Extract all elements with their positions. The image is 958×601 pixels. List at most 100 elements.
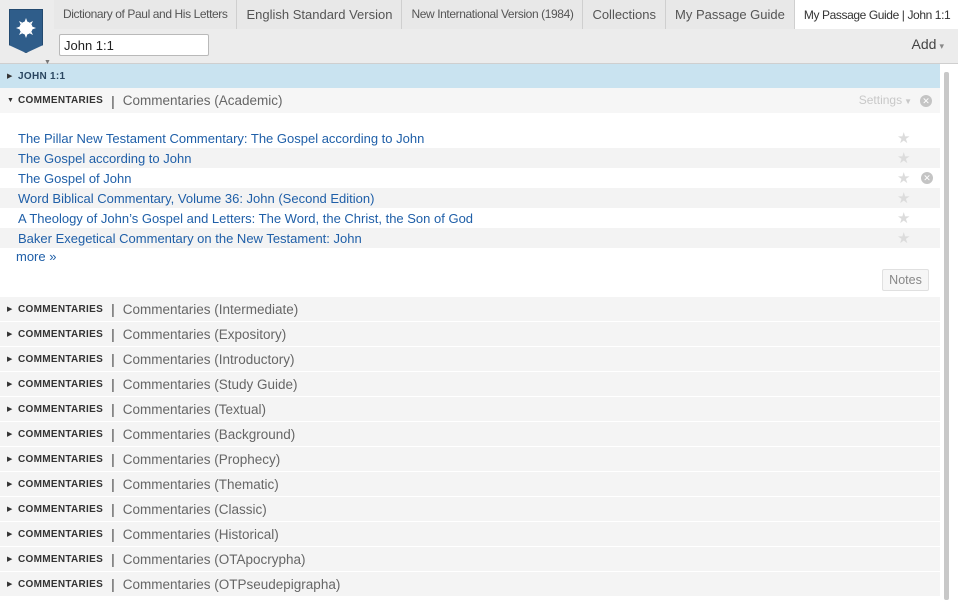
triangle-right-icon[interactable]: ▶ <box>7 330 18 338</box>
list-item: A Theology of John’s Gospel and Letters:… <box>0 208 940 228</box>
triangle-right-icon[interactable]: ▶ <box>7 405 18 413</box>
vertical-scrollbar[interactable] <box>944 72 949 600</box>
triangle-right-icon[interactable]: ▶ <box>7 380 18 388</box>
list-item: The Gospel according to John ★ <box>0 148 940 168</box>
section-title: Commentaries (Intermediate) <box>122 301 299 317</box>
tab-label: My Passage Guide <box>675 7 785 22</box>
notes-button[interactable]: Notes <box>882 269 929 291</box>
section-title: Commentaries (Textual) <box>122 401 267 417</box>
section-commentaries-thematic[interactable]: ▶ COMMENTARIES | Commentaries (Thematic) <box>0 472 940 497</box>
star-icon[interactable]: ★ <box>897 129 910 147</box>
resource-link[interactable]: The Pillar New Testament Commentary: The… <box>18 131 424 146</box>
divider: | <box>111 376 115 392</box>
more-link[interactable]: more » <box>0 248 940 265</box>
section-kind: COMMENTARIES <box>18 503 104 515</box>
triangle-right-icon[interactable]: ▶ <box>7 72 18 80</box>
section-kind: COMMENTARIES <box>18 528 104 540</box>
star-icon[interactable]: ★ <box>897 189 910 207</box>
section-kind: COMMENTARIES <box>18 453 104 465</box>
add-button[interactable]: Add ▾ <box>912 36 944 52</box>
section-kind: COMMENTARIES <box>18 328 104 340</box>
star-icon[interactable]: ★ <box>897 209 910 227</box>
section-commentaries-academic[interactable]: ▼ COMMENTARIES | Commentaries (Academic)… <box>0 88 940 113</box>
section-title: Commentaries (Study Guide) <box>122 376 298 392</box>
divider: | <box>111 326 115 342</box>
triangle-right-icon[interactable]: ▶ <box>7 505 18 513</box>
section-commentaries-study-guide[interactable]: ▶ COMMENTARIES | Commentaries (Study Guide) <box>0 372 940 397</box>
section-commentaries-classic[interactable]: ▶ COMMENTARIES | Commentaries (Classic) <box>0 497 940 522</box>
star-icon[interactable]: ★ <box>897 169 910 187</box>
resource-link[interactable]: A Theology of John’s Gospel and Letters:… <box>18 211 473 226</box>
triangle-right-icon[interactable]: ▶ <box>7 305 18 313</box>
tab-bar: Dictionary of Paul and His Letters Engli… <box>54 0 958 29</box>
triangle-right-icon[interactable]: ▶ <box>7 580 18 588</box>
resource-link[interactable]: Baker Exegetical Commentary on the New T… <box>18 231 362 246</box>
section-kind: COMMENTARIES <box>18 553 104 565</box>
divider: | <box>111 526 115 542</box>
tab-label: English Standard Version <box>246 7 393 22</box>
divider: | <box>111 92 115 109</box>
section-title: Commentaries (OTApocrypha) <box>122 551 306 567</box>
app-menu-button[interactable]: ▼ <box>6 6 51 66</box>
section-commentaries-textual[interactable]: ▶ COMMENTARIES | Commentaries (Textual) <box>0 397 940 422</box>
section-commentaries-introductory[interactable]: ▶ COMMENTARIES | Commentaries (Introductory… <box>0 347 940 372</box>
section-title: Commentaries (OTPseudepigrapha) <box>122 576 341 592</box>
triangle-right-icon[interactable]: ▶ <box>7 355 18 363</box>
tab-dictionary-paul[interactable]: Dictionary of Paul and His Letters <box>54 0 238 29</box>
collapsed-sections: ▶ COMMENTARIES | Commentaries (Intermediate… <box>0 297 940 597</box>
section-title: Commentaries (Academic) <box>122 93 283 108</box>
tab-collections[interactable]: Collections <box>583 0 667 29</box>
divider: | <box>111 401 115 417</box>
divider: | <box>111 451 115 467</box>
top-chrome: ▼ Dictionary of Paul and His Letters Eng… <box>0 0 958 66</box>
resource-link[interactable]: The Gospel of John <box>18 171 131 186</box>
tab-label: Collections <box>592 7 657 22</box>
section-commentaries-intermediate[interactable]: ▶ COMMENTARIES | Commentaries (Intermediate… <box>0 297 940 322</box>
triangle-right-icon[interactable]: ▶ <box>7 480 18 488</box>
list-item: Word Biblical Commentary, Volume 36: Joh… <box>0 188 940 208</box>
circle-close-icon[interactable]: ✕ <box>920 95 932 107</box>
list-item: The Gospel of John ★ ✕ <box>0 168 940 188</box>
resource-link[interactable]: The Gospel according to John <box>18 151 191 166</box>
section-title: Commentaries (Prophecy) <box>122 451 281 467</box>
divider: | <box>111 576 115 592</box>
star-icon[interactable]: ★ <box>897 149 910 167</box>
section-commentaries-otpseudepigrapha[interactable]: ▶ COMMENTARIES | Commentaries (OTPseudepigr… <box>0 572 940 597</box>
tab-niv-1984[interactable]: New International Version (1984) <box>402 0 584 29</box>
section-kind: COMMENTARIES <box>18 378 104 390</box>
circle-close-icon[interactable]: ✕ <box>921 172 933 184</box>
triangle-down-icon[interactable]: ▼ <box>7 97 18 104</box>
section-kind: COMMENTARIES <box>18 578 104 590</box>
triangle-right-icon[interactable]: ▶ <box>7 455 18 463</box>
reference-input[interactable] <box>59 34 209 56</box>
section-commentaries-background[interactable]: ▶ COMMENTARIES | Commentaries (Background) <box>0 422 940 447</box>
section-commentaries-prophecy[interactable]: ▶ COMMENTARIES | Commentaries (Prophecy) <box>0 447 940 472</box>
divider: | <box>111 301 115 317</box>
tab-my-passage-guide-john[interactable]: My Passage Guide | John 1:1× <box>794 0 958 29</box>
list-item: Baker Exegetical Commentary on the New T… <box>0 228 940 248</box>
section-commentaries-historical[interactable]: ▶ COMMENTARIES | Commentaries (Historical) <box>0 522 940 547</box>
section-kind: COMMENTARIES <box>18 353 104 365</box>
settings-button[interactable]: Settings ▼ <box>859 93 912 107</box>
triangle-right-icon[interactable]: ▶ <box>7 530 18 538</box>
section-commentaries-otapocrypha[interactable]: ▶ COMMENTARIES | Commentaries (OTApocrypha) <box>0 547 940 572</box>
section-title: Commentaries (Thematic) <box>122 476 279 492</box>
star-icon[interactable]: ★ <box>897 229 910 247</box>
list-item: The Pillar New Testament Commentary: The… <box>0 128 940 148</box>
section-kind: COMMENTARIES <box>18 428 104 440</box>
resource-link[interactable]: Word Biblical Commentary, Volume 36: Joh… <box>18 191 374 206</box>
triangle-right-icon[interactable]: ▶ <box>7 430 18 438</box>
tab-my-passage-guide[interactable]: My Passage Guide <box>666 0 795 29</box>
tab-label: Dictionary of Paul and His Letters <box>63 7 228 21</box>
chevron-down-icon: ▼ <box>904 97 912 106</box>
section-kind: COMMENTARIES <box>18 303 104 315</box>
chevron-down-icon: ▾ <box>939 41 944 51</box>
section-commentaries-expository[interactable]: ▶ COMMENTARIES | Commentaries (Expository) <box>0 322 940 347</box>
section-kind: COMMENTARIES <box>18 478 104 490</box>
notes-row: Notes <box>0 265 940 297</box>
passage-header[interactable]: ▶ JOHN 1:1 <box>0 64 940 88</box>
triangle-right-icon[interactable]: ▶ <box>7 555 18 563</box>
tab-esv[interactable]: English Standard Version <box>237 0 403 29</box>
results-list: The Pillar New Testament Commentary: The… <box>0 113 940 297</box>
section-title: Commentaries (Expository) <box>122 326 287 342</box>
